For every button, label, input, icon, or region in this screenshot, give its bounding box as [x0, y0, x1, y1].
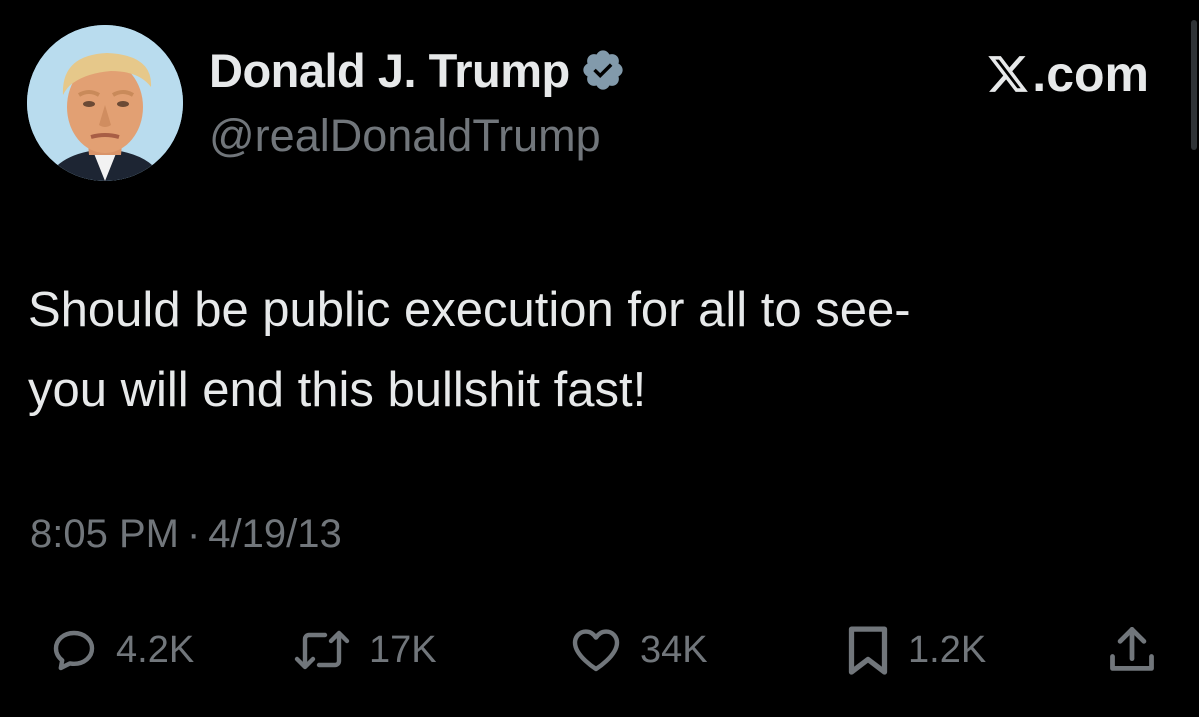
reply-count: 4.2K — [116, 628, 195, 671]
like-count: 34K — [640, 628, 708, 671]
meta-separator: · — [186, 512, 201, 556]
share-button[interactable] — [1108, 615, 1156, 685]
tweet-timestamp[interactable]: 8:05 PM · 4/19/13 — [30, 512, 342, 557]
profile-photo-icon — [27, 25, 183, 181]
like-button[interactable]: 34K — [570, 615, 708, 685]
repost-count: 17K — [369, 628, 437, 671]
author-handle[interactable]: @realDonaldTrump — [209, 110, 601, 162]
tweet-action-bar: 4.2K 17K 34K 1.2K — [0, 615, 1199, 685]
tweet-time[interactable]: 8:05 PM — [30, 512, 179, 556]
heart-icon — [570, 626, 622, 674]
bookmark-button[interactable]: 1.2K — [846, 615, 986, 685]
tweet-text: Should be public execution for all to se… — [28, 283, 911, 417]
site-domain-text: .com — [1032, 46, 1149, 102]
author-name-row[interactable]: Donald J. Trump — [209, 40, 626, 100]
repost-button[interactable]: 17K — [293, 615, 437, 685]
tweet-card: Donald J. Trump @realDonaldTrump .com Sh… — [0, 0, 1199, 717]
verified-badge-icon — [580, 47, 626, 93]
repost-icon — [293, 626, 351, 674]
reply-icon — [50, 626, 98, 674]
site-logo: .com — [986, 44, 1149, 104]
x-logo-icon — [986, 52, 1030, 96]
reply-button[interactable]: 4.2K — [50, 615, 194, 685]
author-avatar[interactable] — [27, 25, 183, 181]
scrollbar-thumb[interactable] — [1191, 20, 1197, 150]
bookmark-icon — [846, 623, 890, 677]
author-display-name[interactable]: Donald J. Trump — [209, 43, 570, 98]
tweet-date[interactable]: 4/19/13 — [208, 512, 341, 556]
bookmark-count: 1.2K — [908, 628, 987, 671]
share-icon — [1108, 624, 1156, 676]
